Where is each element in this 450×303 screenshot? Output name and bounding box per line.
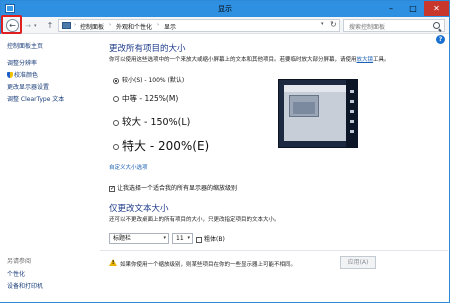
- sidebar-item-calibrate-color[interactable]: 校准颜色: [7, 70, 38, 79]
- option-extra-large[interactable]: 特大 - 200%(E): [113, 137, 209, 154]
- apply-button[interactable]: 应用(A): [340, 256, 376, 269]
- bold-option[interactable]: 粗体(B): [196, 234, 225, 243]
- font-size-select[interactable]: 11 ▾: [172, 233, 193, 244]
- breadcrumb-separator-icon[interactable]: ›: [157, 22, 159, 28]
- navigation-bar: ← → ▾ ↑ › 控制面板 › 外观和个性化 › 显示 ▾ ↻ 搜索控制面板: [1, 17, 449, 34]
- page-description: 你可以使用这些选项中的一个来放大或缩小屏幕上的文本和其他项目。若要临时放大部分屏…: [109, 55, 390, 63]
- breadcrumb-appearance[interactable]: 外观和个性化: [116, 22, 152, 31]
- preview-window-content: [293, 102, 315, 114]
- breadcrumb-control-panel[interactable]: 控制面板: [80, 22, 104, 31]
- sidebar-item-cleartype[interactable]: 调整 ClearType 文本: [7, 94, 64, 103]
- page-title: 更改所有项目的大小: [109, 44, 186, 54]
- refresh-icon[interactable]: ↻: [330, 20, 337, 29]
- forward-button[interactable]: →: [23, 21, 33, 31]
- option-label: 较小(S) - 100% (默认): [122, 77, 185, 84]
- close-icon[interactable]: ✕: [424, 1, 449, 16]
- recent-pages-chevron-icon[interactable]: ▾: [34, 21, 42, 31]
- address-dropdown-icon[interactable]: ▾: [321, 21, 324, 27]
- warning-icon: [109, 259, 117, 266]
- main-content: ? 更改所有项目的大小 你可以使用这些选项中的一个来放大或缩小屏幕上的文本和其他…: [100, 34, 448, 302]
- option-label: 中等 - 125%(M): [122, 94, 179, 103]
- sidebar: 控制面板主页 调整分辨率 校准颜色 更改显示器设置 调整 ClearType 文…: [0, 34, 99, 302]
- description-text: 你可以使用这些选项中的一个来放大或缩小屏幕上的文本和其他项目。若要临时放大部分屏…: [109, 57, 357, 63]
- address-bar[interactable]: › 控制面板 › 外观和个性化 › 显示 ▾ ↻: [58, 19, 340, 32]
- see-also-heading: 另请参阅: [7, 258, 32, 265]
- radio-smaller[interactable]: [113, 77, 119, 84]
- divider: [100, 250, 448, 251]
- bold-checkbox[interactable]: [196, 236, 202, 243]
- text-size-title: 仅更改文本大小: [109, 204, 169, 214]
- shield-icon: [7, 72, 13, 78]
- option-larger[interactable]: 较大 - 150%(L): [113, 114, 190, 128]
- item-select-value: 标题栏: [113, 235, 132, 242]
- warning-text: 如果你使用一个缩放级别，则某些项目在你的一些显示器上可能不相同。: [120, 262, 297, 268]
- option-smaller[interactable]: 较小(S) - 100% (默认): [113, 75, 184, 84]
- back-button-highlight: [1, 15, 22, 34]
- preview-charm-icon: [350, 90, 354, 93]
- up-button[interactable]: ↑: [45, 20, 55, 31]
- title-bar: 显示 – □ ✕: [1, 1, 449, 17]
- display-preview-image: [278, 79, 358, 148]
- option-medium[interactable]: 中等 - 125%(M): [113, 93, 178, 104]
- font-size-value: 11: [176, 235, 184, 242]
- sidebar-item-home[interactable]: 控制面板主页: [7, 41, 43, 50]
- search-icon[interactable]: [433, 22, 440, 29]
- sidebar-item-display-settings[interactable]: 更改显示器设置: [7, 82, 49, 91]
- radio-larger[interactable]: [113, 119, 119, 126]
- chevron-down-icon[interactable]: ▾: [187, 234, 190, 243]
- maximize-icon[interactable]: □: [402, 1, 424, 16]
- help-icon[interactable]: ?: [436, 35, 445, 44]
- preview-window-title: [284, 85, 346, 92]
- radio-extra-large[interactable]: [113, 143, 119, 150]
- preview-charm-icon: [350, 100, 354, 103]
- minimize-icon[interactable]: –: [380, 1, 402, 16]
- search-placeholder: 搜索控制面板: [349, 24, 386, 31]
- bold-label: 粗体(B): [204, 236, 225, 243]
- sidebar-item-devices-printers[interactable]: 设备和打印机: [7, 281, 43, 290]
- per-display-checkbox[interactable]: [109, 185, 115, 192]
- preview-charm-icon: [350, 130, 354, 133]
- breadcrumb-separator-icon[interactable]: ›: [109, 22, 111, 28]
- breadcrumb-display[interactable]: 显示: [164, 22, 176, 31]
- preview-charm-icon: [350, 120, 354, 123]
- item-select[interactable]: 标题栏 ▾: [109, 233, 169, 244]
- per-display-scaling[interactable]: 让我选择一个适合我的所有显示器的缩放级别: [109, 183, 237, 192]
- option-label: 较大 - 150%(L): [122, 117, 191, 128]
- sidebar-item-personalization[interactable]: 个性化: [7, 269, 25, 278]
- preview-charm-bar: [346, 80, 358, 147]
- text-size-description: 还可以不更改桌面上的所有项目的大小，只更改指定项目的文本大小。: [109, 217, 280, 223]
- magnifier-link[interactable]: 放大镜: [357, 57, 374, 63]
- search-input[interactable]: 搜索控制面板: [343, 19, 445, 32]
- preview-charm-icon: [350, 110, 354, 113]
- sidebar-item-label: 校准颜色: [14, 72, 39, 79]
- per-display-label: 让我选择一个适合我的所有显示器的缩放级别: [117, 185, 238, 192]
- option-label: 特大 - 200%(E): [122, 139, 210, 153]
- sidebar-item-resolution[interactable]: 调整分辨率: [7, 58, 37, 67]
- breadcrumb-separator-icon[interactable]: ›: [74, 22, 76, 28]
- custom-size-link[interactable]: 自定义大小选项: [109, 163, 148, 171]
- chevron-down-icon[interactable]: ▾: [163, 234, 166, 243]
- description-tail: 工具。: [373, 57, 390, 63]
- control-panel-icon: [62, 22, 71, 29]
- radio-medium[interactable]: [113, 96, 119, 102]
